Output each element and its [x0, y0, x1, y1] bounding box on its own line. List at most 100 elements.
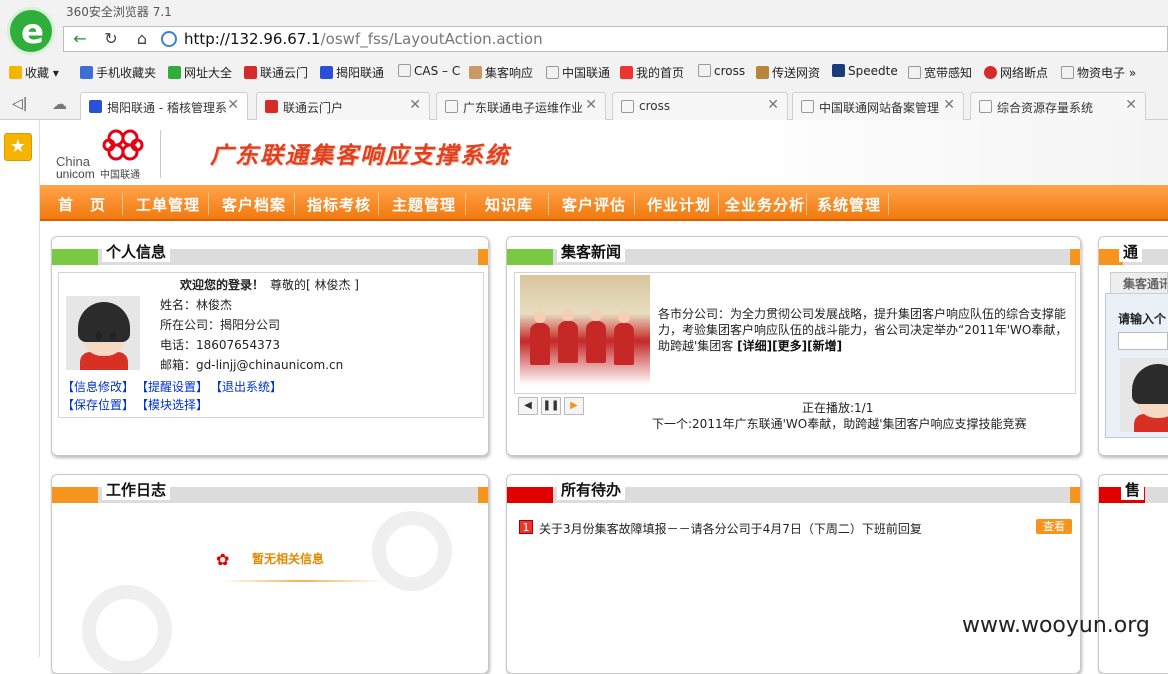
svg-text:中国联通: 中国联通 [100, 168, 140, 181]
menu-system-admin[interactable]: 系统管理 [817, 194, 881, 215]
edit-info-link[interactable]: 【信息修改】 [62, 378, 134, 395]
user-avatar [66, 296, 140, 370]
close-icon[interactable]: ✕ [767, 97, 779, 113]
window-title: 360安全浏览器 7.1 [66, 5, 172, 19]
url-text[interactable]: http://132.96.67.1/oswf_fss/LayoutAction… [184, 30, 543, 48]
tab-bar: ◁| ☁ 揭阳联通 - 稽核管理系 ✕ 联通云门户 ✕ 广东联通电子运维作业 ✕ cr… [0, 90, 1168, 120]
sidebar-strip [0, 120, 40, 657]
bookmark-14[interactable]: 物资电子 » [1061, 64, 1136, 81]
menu-home[interactable]: 首 页 [58, 194, 106, 215]
divider [220, 580, 385, 582]
address-bar[interactable]: ← ↻ ⌂ http://132.96.67.1/oswf_fss/Layout… [63, 26, 1168, 52]
bookmark-6[interactable]: 集客响应 [469, 64, 533, 81]
bookmark-3[interactable]: 联通云门 [244, 64, 308, 81]
tab-3[interactable]: cross ✕ [612, 92, 788, 120]
bookmark-0[interactable]: 收藏 ▾ [9, 64, 59, 81]
bookmark-7[interactable]: 中国联通 [546, 64, 610, 81]
bookmark-5[interactable]: CAS – C [398, 64, 460, 78]
news-more-link[interactable]: [更多] [772, 339, 807, 353]
user-company: 所在公司：揭阳分公司 [160, 318, 281, 332]
menu-knowledge[interactable]: 知识库 [485, 194, 533, 215]
tab-0[interactable]: 揭阳联通 - 稽核管理系 ✕ [80, 92, 248, 120]
greeting-text: 尊敬的[ 林俊杰 ] [270, 278, 359, 292]
panel-title: 工作日志 [102, 479, 171, 500]
close-icon[interactable]: ✕ [585, 97, 597, 113]
tab-1[interactable]: 联通云门户 ✕ [256, 92, 430, 120]
panel-title: 集客新闻 [557, 241, 626, 262]
reminder-settings-link[interactable]: 【提醒设置】 [136, 378, 208, 395]
url-host: http://132.96.67.1 [184, 30, 321, 48]
bookmark-9[interactable]: cross [698, 64, 745, 78]
knot-icon: ✿ [216, 550, 230, 569]
bookmark-1[interactable]: 手机收藏夹 [80, 64, 156, 81]
worklog-panel: 工作日志 [51, 474, 489, 674]
user-phone: 电话：18607654373 [160, 338, 280, 352]
main-menu: 首 页 工单管理 客户档案 指标考核 主题管理 知识库 客户评估 作业计划 全业… [40, 185, 1168, 221]
next-news[interactable]: 下一个:2011年广东联通'WO奉献，助跨越'集团客户响应支撑技能竞赛 [652, 415, 1027, 432]
todo-item-text[interactable]: 关于3月份集客故障填报－－请各分公司于4月7日（下周二）下班前回复 [539, 520, 922, 537]
close-icon[interactable]: ✕ [1125, 97, 1137, 113]
url-path: /oswf_fss/LayoutAction.action [320, 30, 543, 48]
panel-title: 通 [1119, 241, 1143, 262]
notice-input-label: 请输入个 [1118, 312, 1167, 326]
tab-5[interactable]: 综合资源存量系统 ✕ [970, 92, 1146, 120]
system-title: 广东联通集客响应支撑系统 [210, 142, 510, 169]
refresh-icon[interactable]: ↻ [99, 29, 123, 49]
pause-icon[interactable]: ❚❚ [541, 397, 561, 415]
browser-logo-icon [7, 7, 55, 55]
welcome-text: 欢迎您的登录！ [180, 278, 265, 292]
menu-full-analysis[interactable]: 全业务分析 [725, 194, 805, 215]
bookmark-11[interactable]: Speedte [832, 64, 898, 78]
watermark-text: www.wooyun.org [962, 613, 1150, 638]
globe-icon [161, 31, 177, 47]
user-email: 邮箱：gd-linjj@chinaunicom.cn [160, 358, 344, 372]
news-detail-link[interactable]: [详细] [737, 339, 772, 353]
back-icon[interactable]: ← [68, 29, 92, 49]
close-icon[interactable]: ✕ [409, 97, 421, 113]
worklog-empty-text: 暂无相关信息 [252, 552, 325, 566]
logout-link[interactable]: 【退出系统】 [210, 378, 282, 395]
menu-work-plan[interactable]: 作业计划 [647, 194, 711, 215]
next-icon[interactable]: ▶ [564, 397, 584, 415]
todo-view-button[interactable]: 查看 [1036, 519, 1072, 534]
tab-back-icon[interactable]: ◁| [12, 96, 27, 112]
cloud-icon[interactable]: ☁ [52, 95, 67, 113]
notice-input[interactable] [1118, 332, 1168, 350]
tab-4[interactable]: 中国联通网站备案管理 ✕ [792, 92, 964, 120]
close-icon[interactable]: ✕ [227, 97, 239, 113]
home-icon[interactable]: ⌂ [130, 29, 154, 49]
notice-tab[interactable]: 集客通讯 [1110, 272, 1168, 294]
module-select-link[interactable]: 【模块选择】 [136, 396, 208, 413]
bookmark-4[interactable]: 揭阳联通 [320, 64, 384, 81]
watermark-knot [372, 511, 452, 591]
unicom-knot-icon: China unicom 中国联通 [56, 129, 144, 181]
browser-chrome: 360安全浏览器 7.1 ← ↻ ⌂ http://132.96.67.1/os… [0, 0, 1168, 120]
svg-text:unicom: unicom [56, 167, 95, 181]
unicom-logo: China unicom 中国联通 [54, 126, 154, 182]
menu-customer-archive[interactable]: 客户档案 [222, 194, 286, 215]
panel-title: 个人信息 [102, 241, 171, 262]
todo-number-badge: 1 [519, 520, 533, 534]
notice-avatar [1120, 358, 1168, 432]
todo-panel: 所有待办 [506, 474, 1081, 674]
prev-icon[interactable]: ◀ [518, 397, 538, 415]
menu-topic[interactable]: 主题管理 [392, 194, 456, 215]
menu-customer-eval[interactable]: 客户评估 [562, 194, 626, 215]
close-icon[interactable]: ✕ [943, 97, 955, 113]
news-photo[interactable] [520, 275, 650, 385]
bookmark-2[interactable]: 网址大全 [168, 64, 232, 81]
tab-2[interactable]: 广东联通电子运维作业 ✕ [436, 92, 606, 120]
save-position-link[interactable]: 【保存位置】 [62, 396, 134, 413]
user-name: 姓名：林俊杰 [160, 298, 233, 312]
favorite-star-icon[interactable]: ★ [4, 133, 32, 161]
bookmark-13[interactable]: 网络断点 [984, 64, 1048, 81]
bookmark-8[interactable]: 我的首页 [620, 64, 684, 81]
star-icon [9, 66, 22, 79]
news-add-link[interactable]: [新增] [807, 339, 842, 353]
bookmark-12[interactable]: 宽带感知 [908, 64, 972, 81]
bookmarks-bar: 收藏 ▾ 手机收藏夹 网址大全 联通云门 揭阳联通 CAS – C 集客响应 中… [0, 60, 1168, 84]
bookmark-10[interactable]: 传送网资 [756, 64, 820, 81]
menu-kpi[interactable]: 指标考核 [307, 194, 371, 215]
panel-title: 所有待办 [557, 479, 626, 500]
menu-workorder[interactable]: 工单管理 [136, 194, 200, 215]
